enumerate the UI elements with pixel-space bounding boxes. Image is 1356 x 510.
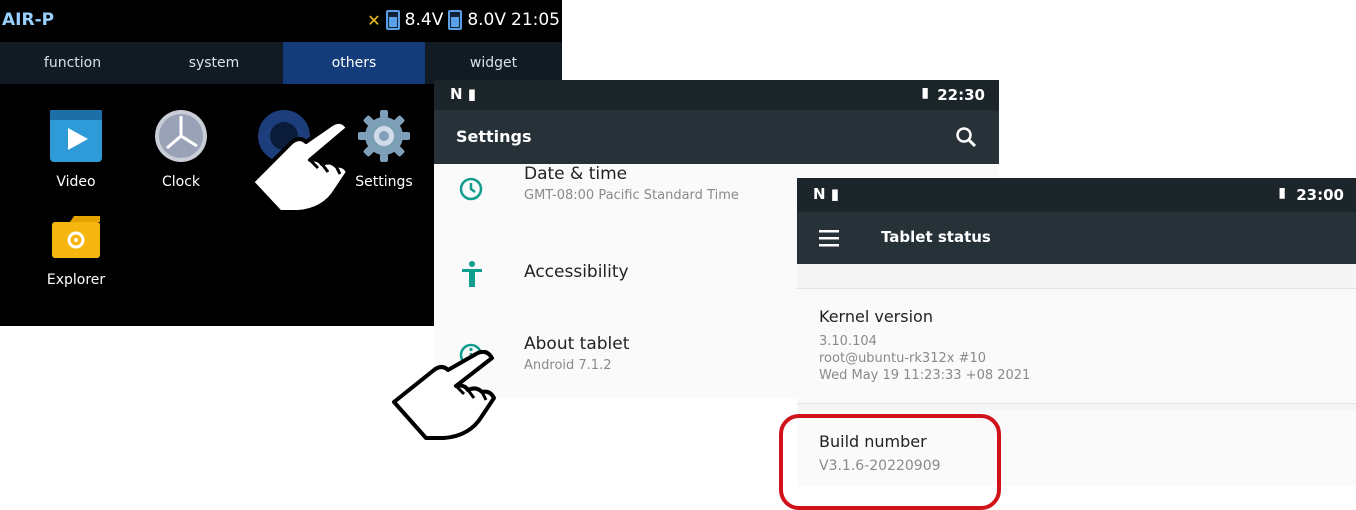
tab-others[interactable]: others — [283, 42, 425, 84]
notification-icon: N ▮ — [813, 185, 840, 203]
tab-function[interactable]: function — [0, 42, 145, 84]
kernel-title: Kernel version — [819, 307, 933, 326]
accessibility-icon — [462, 261, 482, 287]
item-subtitle: GMT-08:00 Pacific Standard Time — [524, 188, 739, 203]
settings-status-bar: N ▮ 22:30 ▮ — [434, 80, 999, 110]
tab-system[interactable]: system — [145, 42, 283, 84]
tablet-status-toolbar: Tablet status — [797, 212, 1356, 264]
battery-icon: ▮ — [921, 85, 929, 101]
tablet-status-bar: N ▮ ▮ 23:00 — [797, 178, 1356, 212]
launcher-status-bar: AIR-P ✕ 8.4V 8.0V 21:05 — [0, 0, 562, 42]
menu-icon[interactable] — [819, 229, 839, 247]
battery1-value: 8.4V — [404, 10, 444, 30]
notification-icon: N ▮ — [450, 85, 477, 103]
battery-icon — [448, 10, 463, 30]
app-clock[interactable]: Clock — [131, 108, 231, 190]
video-icon — [50, 110, 102, 162]
app-label: Clock — [161, 174, 201, 190]
clock-time: 23:00 — [1296, 186, 1344, 204]
status-indicators: ✕ 8.4V 8.0V 21:05 — [367, 10, 560, 30]
brand-label: AIR-P — [2, 10, 55, 30]
battery-icon — [385, 10, 400, 30]
clock-icon — [459, 177, 483, 201]
battery-icon: ▮ — [1278, 185, 1286, 201]
search-icon[interactable] — [955, 126, 977, 148]
page-title: Settings — [456, 127, 532, 146]
kernel-version-card: Kernel version 3.10.104 root@ubuntu-rk31… — [797, 288, 1356, 404]
app-explorer[interactable]: Explorer — [26, 210, 126, 288]
pointing-hand-icon — [250, 120, 350, 214]
item-title: Date & time — [524, 164, 628, 184]
network-icon: ✕ — [367, 10, 381, 30]
app-label: Explorer — [46, 272, 106, 288]
item-title: About tablet — [524, 334, 630, 354]
clock-icon — [155, 110, 207, 162]
kernel-line: Wed May 19 11:23:33 +08 2021 — [819, 368, 1031, 383]
clock-time: 21:05 — [511, 10, 560, 30]
battery2-value: 8.0V — [467, 10, 506, 30]
settings-toolbar: Settings — [434, 110, 999, 164]
page-title: Tablet status — [881, 228, 991, 246]
kernel-line: 3.10.104 — [819, 334, 877, 349]
item-title: Accessibility — [524, 262, 629, 282]
kernel-line: root@ubuntu-rk312x #10 — [819, 351, 987, 366]
clock-time: 22:30 — [937, 86, 985, 104]
pointing-hand-icon — [392, 350, 496, 440]
build-number-highlight — [779, 414, 1001, 510]
app-video[interactable]: Video — [26, 108, 126, 190]
folder-icon — [52, 216, 100, 258]
tab-widget[interactable]: widget — [425, 42, 562, 84]
launcher-tabs: function system others widget — [0, 42, 562, 84]
app-label: Video — [56, 174, 96, 190]
item-subtitle: Android 7.1.2 — [524, 358, 612, 373]
